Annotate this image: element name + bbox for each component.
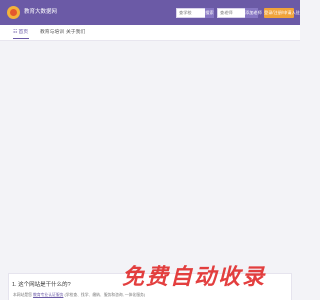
login-register-button[interactable]: 登录/注册/申请入驻 xyxy=(264,8,300,18)
faq-answer-suffix: (学校查、找学、缴纳、服务和咨询, 一体化服务) xyxy=(64,293,146,297)
nav-item-education[interactable]: 教育与培训 xyxy=(40,25,64,40)
nav-item-about[interactable]: 关于我们 xyxy=(66,25,85,40)
watermark-overlay: 免费自动收录 xyxy=(122,264,267,289)
nav-active-indicator xyxy=(13,38,29,39)
faq-answer: 本网站是您 教育专业认证服务 (学校查、找学、缴纳、服务和咨询, 一体化服务) xyxy=(13,293,145,298)
site-logo-icon[interactable] xyxy=(7,6,20,19)
teacher-search-button[interactable]: 添加老师 xyxy=(245,8,262,18)
top-header: 教育大数据网 查学校 搜索 查老师 添加老师 登录/注册/申请入驻 xyxy=(0,0,300,25)
nav-home-label: 首页 xyxy=(18,30,29,35)
faq-answer-link[interactable]: 教育专业认证服务 xyxy=(33,293,63,297)
faq-question: 1. 这个网站是干什么的? xyxy=(12,282,71,288)
teacher-search-input[interactable]: 查老师 xyxy=(217,8,248,18)
school-search-input[interactable]: 查学校 xyxy=(176,8,207,18)
faq-answer-prefix: 本网站是您 xyxy=(13,293,32,297)
main-nav: ☷首页 教育与培训 关于我们 xyxy=(0,25,300,41)
school-search-button[interactable]: 搜索 xyxy=(205,8,214,18)
site-brand-name[interactable]: 教育大数据网 xyxy=(24,8,57,16)
